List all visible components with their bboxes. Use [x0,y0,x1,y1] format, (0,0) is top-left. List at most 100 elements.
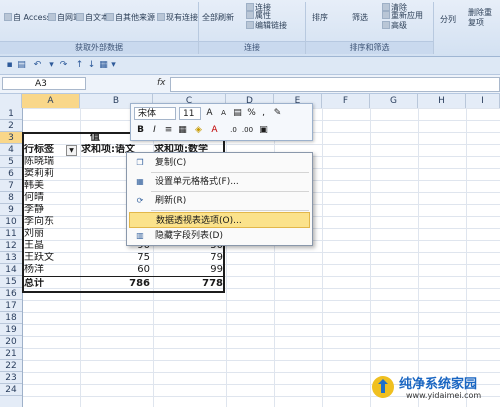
access-icon [4,13,12,21]
from-other-button[interactable]: 自其他来源 [106,12,155,23]
select-all-corner[interactable] [0,94,22,108]
edit-links-button[interactable]: 编辑链接 [246,20,287,31]
pivot-value-c: 79 [210,252,223,263]
font-name-box[interactable]: 宋体 [134,107,176,120]
column-header-i[interactable]: I [466,94,500,108]
redo-icon[interactable]: ↷ [58,60,69,71]
connection-icon [157,13,165,21]
row-header[interactable]: 13 [0,252,22,264]
column-header-f[interactable]: F [322,94,370,108]
pivot-total-divider [22,276,225,277]
pivot-row-label-header: 行标签 [24,144,54,155]
row-header[interactable]: 20 [0,336,22,348]
ribbon: 自 Access 自网站 自文本 自其他来源 现有连接 全部刷新 连接 属性 编… [0,0,500,57]
row-header[interactable]: 3 [0,132,22,144]
print-icon[interactable]: ▤ [16,60,27,71]
italic-icon[interactable]: I [148,124,161,137]
pivot-row-name: 王跃文 [24,252,54,263]
pivot-row-name: 李向东 [24,216,54,227]
row-header[interactable]: 19 [0,324,22,336]
font-size-box[interactable]: 11 [179,107,201,120]
sort-asc-icon[interactable]: ↑ [74,60,85,71]
row-header[interactable]: 24 [0,384,22,396]
comma-style-icon[interactable]: , [257,107,270,120]
from-text-button[interactable]: 自文本 [76,12,109,23]
formula-input[interactable] [170,77,500,92]
row-header[interactable]: 17 [0,300,22,312]
group-separator [433,2,434,54]
remove-duplicates-button[interactable]: 删除重复项 [468,8,496,28]
bold-icon[interactable]: B [134,124,147,137]
name-box[interactable]: A3 [2,77,86,90]
save-icon[interactable]: ▪ [4,60,15,71]
menu-separator [151,191,309,192]
split-column-button[interactable]: 分列 [440,14,456,25]
grow-font-icon[interactable]: A [203,107,216,120]
merge-cells-icon[interactable]: ▣ [257,124,270,137]
font-color-icon[interactable]: A [208,124,221,137]
row-header[interactable]: 11 [0,228,22,240]
row-header[interactable]: 14 [0,264,22,276]
watermark-url: www.yidaimei.com [406,391,482,400]
field-list-icon: ▥ [136,231,144,240]
menu-item-format-cells[interactable]: ▦ 设置单元格格式(F)... [129,174,310,190]
row-header[interactable]: 6 [0,168,22,180]
refresh-icon: ⟳ [136,196,144,205]
undo-icon[interactable]: ↶ [32,60,43,71]
menu-item-hide-field-list[interactable]: ▥ 隐藏字段列表(D) [129,228,310,244]
sort-desc-icon[interactable]: ↓ [86,60,97,71]
row-header[interactable]: 7 [0,180,22,192]
center-align-icon[interactable]: ≡ [162,124,175,137]
row-header[interactable]: 22 [0,360,22,372]
undo-dropdown-icon[interactable]: ▾ [46,60,57,71]
other-source-icon [106,13,114,21]
existing-connections-button[interactable]: 现有连接 [157,12,198,23]
row-header[interactable]: 15 [0,276,22,288]
filter-button[interactable]: 筛选 [352,12,368,23]
row-header[interactable]: 4 [0,144,22,156]
from-access-button[interactable]: 自 Access [4,12,51,23]
web-icon [48,13,56,21]
shrink-font-icon[interactable]: A [217,107,230,120]
watermark: 纯净系统家园 www.yidaimei.com [370,370,498,404]
menu-item-copy[interactable]: ❐ 复制(C) [129,155,310,171]
advanced-button[interactable]: 高级 [382,20,407,31]
menu-item-pivot-options[interactable]: 数据透视表选项(O)... [129,212,310,228]
row-header[interactable]: 23 [0,372,22,384]
decrease-decimal-icon[interactable]: .00 [241,124,254,137]
pivot-value-b: 75 [137,252,150,263]
refresh-all-button[interactable]: 全部刷新 [202,12,234,23]
sort-button[interactable]: 排序 [312,12,328,23]
increase-decimal-icon[interactable]: .0 [227,124,240,137]
row-header[interactable]: 21 [0,348,22,360]
column-header-h[interactable]: H [418,94,466,108]
format-cells-icon: ▦ [136,177,144,186]
number-format-icon[interactable]: ▤ [231,107,244,120]
column-header-g[interactable]: G [370,94,418,108]
row-header[interactable]: 9 [0,204,22,216]
row-label-filter-dropdown-icon[interactable]: ▼ [66,145,77,156]
pivot-value-b: 60 [137,264,150,275]
row-header[interactable]: 1 [0,108,22,120]
row-header[interactable]: 12 [0,240,22,252]
context-menu: ❐ 复制(C) ▦ 设置单元格格式(F)... ⟳ 刷新(R) 数据透视表选项(… [126,152,313,246]
customize-dropdown-icon[interactable]: ▾ [108,60,119,71]
fill-color-icon[interactable]: ◈ [192,124,205,137]
format-painter-icon[interactable]: ✎ [271,107,284,120]
menu-item-refresh[interactable]: ⟳ 刷新(R) [129,193,310,209]
fx-icon[interactable]: fx [157,78,166,88]
quick-access-toolbar: ▪ ▤ ↶ ▾ ↷ ↑ ↓ ▦ ▾ [0,57,500,75]
menu-separator [151,210,309,211]
row-header[interactable]: 2 [0,120,22,132]
row-header[interactable]: 8 [0,192,22,204]
formula-bar: A3 fx [0,75,500,94]
mini-format-toolbar: 宋体 11 A A ▤ % , ✎ B I ≡ ▦ ◈ A .0 .00 ▣ [130,103,313,141]
menu-separator [151,172,309,173]
borders-icon[interactable]: ▦ [176,124,189,137]
row-header[interactable]: 10 [0,216,22,228]
row-header[interactable]: 16 [0,288,22,300]
pivot-row-name: 窦莉莉 [24,168,54,179]
column-header-a[interactable]: A [22,94,80,108]
row-header[interactable]: 18 [0,312,22,324]
row-header[interactable]: 5 [0,156,22,168]
